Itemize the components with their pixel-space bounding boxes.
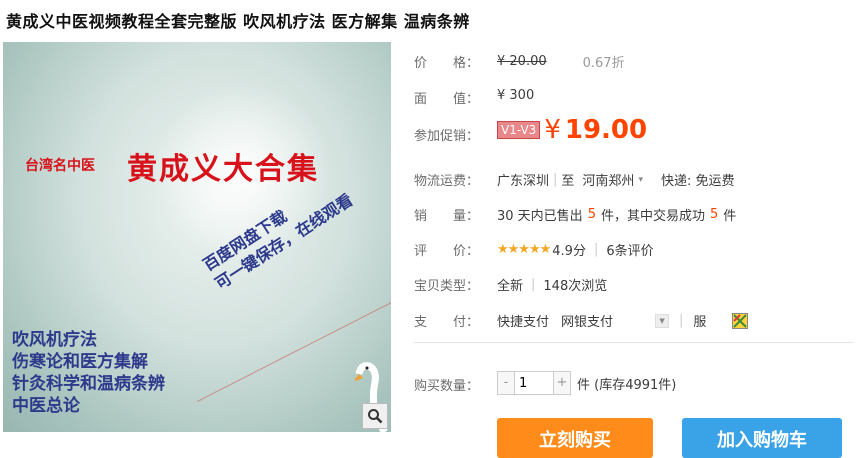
ship-destination[interactable]: 河南郑州 (582, 170, 634, 189)
service-badge-icon (732, 312, 749, 329)
ship-to-word: 至 (561, 174, 575, 189)
sales-mid: 件，其中交易成功 (600, 209, 705, 224)
image-tag-small: 台湾名中医 (25, 158, 95, 174)
promo-row: V1-V3 ¥ 19.00 (497, 115, 647, 145)
view-count: 148次浏览 (543, 279, 608, 294)
service-label: 服 (693, 315, 707, 330)
course-item: 伤寒论和医方集解 (12, 352, 148, 372)
payment-label: 支 付： (414, 311, 479, 330)
face-value-label-b: 值： (453, 92, 480, 107)
image-tag-big: 黄成义大合集 (127, 152, 319, 187)
shipping-row: 广东深圳 | 至 河南郑州 ▾ 快递: 免运费 (497, 170, 735, 189)
sales-success-count: 5 (709, 207, 719, 222)
ship-from: 广东深圳 (497, 174, 550, 189)
sales-suffix: 件 (723, 209, 737, 224)
ship-method: 快递: 免运费 (660, 174, 735, 189)
face-value-row: ¥ 300 (497, 88, 534, 103)
product-image[interactable]: 台湾名中医 黄成义大合集 百度网盘下载 可一键保存，在线观看 吹风机疗法 伤寒论… (3, 42, 391, 432)
sales-label-a: 销 (414, 209, 428, 224)
add-to-cart-button[interactable]: 加入购物车 (682, 418, 842, 458)
magnifier-icon (368, 409, 383, 424)
stock-info: 件 (库存4991件) (577, 377, 677, 393)
quantity-label: 购买数量： (414, 379, 480, 394)
star-rating-icon: ★★★★★ (497, 242, 551, 257)
promo-label: 参加促销： (414, 129, 480, 144)
item-condition: 全新 (497, 279, 524, 294)
price-label-a: 价 (414, 56, 428, 71)
buy-now-button[interactable]: 立刻购买 (497, 418, 653, 458)
promo-currency: ¥ (544, 115, 561, 145)
item-type-label: 宝贝类型： (414, 279, 480, 294)
price-label: 价 格： (414, 52, 479, 71)
item-type-row: 全新 | 148次浏览 (497, 277, 608, 294)
product-title: 黄成义中医视频教程全套完整版 吹风机疗法 医方解集 温病条辨 (6, 12, 470, 31)
price-row: ¥ 20.00 0.67折 (497, 52, 625, 71)
payment-quick[interactable]: 快捷支付 (497, 311, 549, 330)
promo-price: 19.00 (564, 115, 648, 145)
face-value: ¥ 300 (497, 88, 535, 103)
rating-label: 评 价： (414, 240, 479, 259)
promo-badge[interactable]: V1-V3 (497, 121, 541, 139)
face-value-label-a: 面 (414, 92, 428, 107)
payment-label-a: 支 (414, 315, 428, 330)
payment-bank[interactable]: 网银支付 (561, 311, 613, 330)
image-course-list: 吹风机疗法 伤寒论和医方集解 针灸科学和温病条辨 中医总论 (12, 329, 165, 417)
shipping-label: 物流运费： (414, 174, 480, 189)
payment-row: 快捷支付 网银支付 ▼ | 服 (497, 311, 749, 330)
payment-label-b: 付： (453, 315, 480, 330)
quantity-increase-button[interactable]: + (554, 372, 570, 394)
sales-row: 30 天内已售出 5 件，其中交易成功 5 件 (497, 205, 736, 224)
rating-score: 4.9分 (552, 244, 586, 259)
sales-label-b: 量： (453, 209, 480, 224)
course-item: 吹风机疗法 (12, 330, 97, 350)
chevron-down-icon[interactable]: ▼ (655, 313, 670, 328)
quantity-input[interactable] (514, 372, 554, 394)
sales-prefix: 30 天内已售出 (497, 209, 583, 224)
chevron-down-icon[interactable]: ▾ (638, 175, 643, 185)
rating-label-b: 价： (453, 244, 480, 259)
face-value-label: 面 值： (414, 88, 479, 107)
quantity-decrease-button[interactable]: - (498, 372, 514, 394)
course-item: 中医总论 (12, 396, 80, 416)
divider (414, 342, 854, 343)
quantity-stepper: - + (497, 371, 571, 395)
payment-options[interactable]: 快捷支付 网银支付 (497, 311, 613, 330)
quantity-row: - + 件 (库存4991件) (497, 371, 676, 395)
zoom-button[interactable] (362, 403, 388, 429)
rating-row: ★★★★★ 4.9分 | 6条评价 (497, 240, 654, 259)
original-price: ¥ 20.00 (497, 54, 547, 69)
review-count-link[interactable]: 6条评价 (606, 240, 653, 259)
course-item: 针灸科学和温病条辨 (12, 374, 165, 394)
sales-label: 销 量： (414, 205, 479, 224)
discount-rate: 0.67折 (582, 56, 625, 71)
sales-count: 5 (587, 207, 596, 222)
price-label-b: 格： (453, 56, 480, 71)
rating-label-a: 评 (414, 244, 428, 259)
